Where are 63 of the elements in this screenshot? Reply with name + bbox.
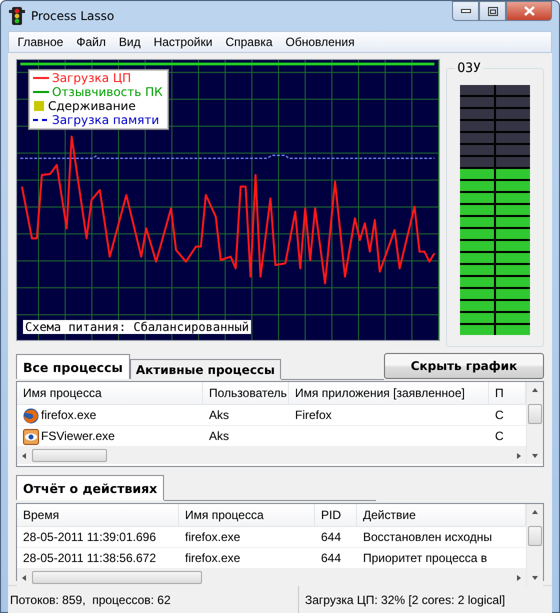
table-cell: firefox.exe (41, 408, 96, 422)
scrollbar-thumb[interactable] (528, 404, 542, 424)
close-icon[interactable] (524, 6, 534, 16)
vertical-scrollbar[interactable] (526, 504, 543, 586)
scrollbar-thumb[interactable] (528, 526, 542, 546)
traffic-light-icon (9, 7, 25, 25)
power-scheme-label: Схема питания: Сбалансированный (23, 320, 251, 334)
arrow-right-icon[interactable] (515, 452, 523, 460)
table-cell: С (495, 429, 504, 443)
table-cell: Aks (209, 408, 230, 422)
column-header[interactable]: Имя процесса (17, 382, 203, 404)
menu-item[interactable]: Файл (70, 35, 112, 49)
table-cell: firefox.exe (185, 530, 240, 544)
horizontal-scrollbar[interactable] (17, 447, 526, 464)
status-text: Загрузка ЦП: 32% [2 cores: 2 logical] (298, 586, 552, 613)
column-header[interactable]: Время (17, 504, 179, 526)
menu-item[interactable]: Главное (11, 35, 70, 49)
table-cell: Aks (209, 429, 230, 443)
arrow-down-icon[interactable] (531, 452, 539, 460)
horizontal-scrollbar[interactable] (17, 569, 526, 586)
arrow-up-icon[interactable] (531, 386, 539, 394)
maximize-button[interactable] (479, 1, 506, 21)
menu-item[interactable]: Вид (112, 35, 148, 49)
table-cell: 28-05-2011 11:39:01.696 (23, 530, 156, 544)
table-cell: 644 (321, 530, 342, 544)
table-cell: FSViewer.exe (41, 429, 115, 443)
column-header[interactable]: PID (315, 504, 357, 526)
arrow-left-icon[interactable] (20, 452, 28, 460)
minimize-button[interactable] (452, 1, 479, 21)
window-title: Process Lasso (31, 9, 114, 23)
eye-icon (23, 429, 39, 445)
vertical-scrollbar[interactable] (526, 382, 543, 464)
table-cell: Приоритет процесса в (363, 551, 488, 565)
status-text: Потоков: 859, процессов: 62 (9, 593, 172, 607)
column-header[interactable]: Пользователь (203, 382, 289, 404)
menu-item[interactable]: Справка (218, 35, 280, 49)
column-header[interactable]: Имя приложения [заявленное] (289, 382, 489, 404)
legend-label: Отзывчивость ПК (52, 85, 163, 99)
close-button[interactable] (506, 1, 552, 21)
tab[interactable]: Все процессы (16, 354, 130, 379)
table-cell: 28-05-2011 11:38:56.672 (23, 551, 156, 565)
arrow-down-icon[interactable] (531, 574, 539, 582)
tab[interactable]: Активные процессы (130, 359, 281, 379)
column-header[interactable]: Имя процесса (179, 504, 315, 526)
minimize-icon[interactable] (460, 9, 470, 13)
legend-label: Сдерживание (48, 99, 136, 113)
legend-label: Загрузка ЦП (52, 71, 132, 85)
table-cell: Восстановлен исходны (363, 530, 492, 544)
arrow-left-icon[interactable] (20, 574, 28, 582)
hide-graph-button[interactable]: Скрыть график (384, 353, 544, 379)
menu-item[interactable]: Обновления (279, 35, 362, 49)
arrow-right-icon[interactable] (515, 574, 523, 582)
table-cell: firefox.exe (185, 551, 240, 565)
menu-item[interactable]: Настройки (147, 35, 219, 49)
tab[interactable]: Отчёт о действиях (16, 475, 164, 500)
maximize-icon[interactable] (488, 6, 498, 16)
scrollbar-thumb[interactable] (32, 449, 107, 462)
legend-label: Загрузка памяти (52, 113, 160, 127)
table-cell: С (495, 408, 504, 422)
scrollbar-thumb[interactable] (32, 571, 202, 584)
table-cell: 644 (321, 551, 342, 565)
table-cell: Firefox (295, 408, 332, 422)
arrow-up-icon[interactable] (531, 508, 539, 516)
